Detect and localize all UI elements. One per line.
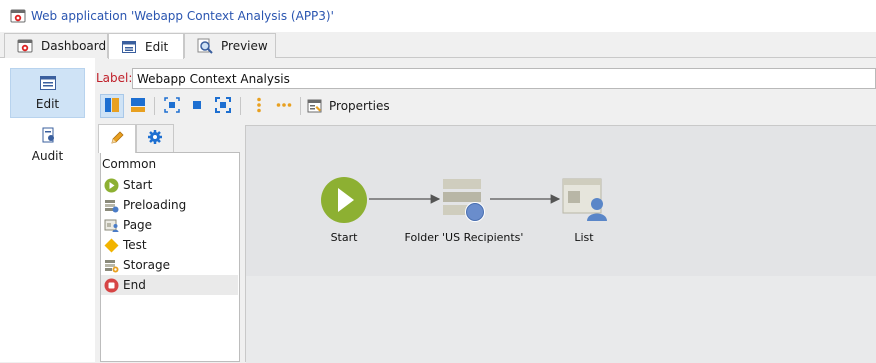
toolbar-separator bbox=[154, 97, 155, 115]
palette-item-label: Page bbox=[123, 218, 153, 232]
palette-item-page[interactable]: Page bbox=[101, 215, 238, 235]
properties-label: Properties bbox=[329, 99, 390, 113]
web-application-icon bbox=[10, 8, 26, 24]
label-row: Label: bbox=[96, 66, 876, 90]
layout-vertical-icon bbox=[103, 96, 121, 117]
toolbar-separator bbox=[300, 97, 301, 115]
editor-tab-bar: Dashboard Edit Preview bbox=[0, 32, 876, 59]
edit-form-icon bbox=[39, 75, 57, 91]
left-nav-panel: Edit Audit bbox=[0, 58, 95, 362]
palette-item-test[interactable]: Test bbox=[101, 235, 238, 255]
vertical-align-button[interactable] bbox=[247, 94, 271, 118]
palette-tab-settings[interactable] bbox=[136, 124, 174, 152]
workflow-node-folder-us-recipients[interactable]: Folder 'US Recipients' bbox=[404, 176, 524, 244]
list-page-icon bbox=[560, 176, 608, 227]
activity-palette: Common Start Preloading Page Test Storag… bbox=[96, 124, 242, 362]
palette-item-label: End bbox=[123, 278, 146, 292]
diagram-toolbar: Properties bbox=[96, 94, 876, 120]
palette-item-end[interactable]: End bbox=[101, 275, 238, 295]
preloading-icon bbox=[104, 198, 119, 213]
label-field-label: Label: bbox=[96, 71, 133, 85]
properties-button[interactable]: Properties bbox=[306, 94, 390, 118]
edit-form-icon bbox=[121, 39, 137, 55]
tab-preview-label: Preview bbox=[221, 39, 268, 53]
end-stop-icon bbox=[104, 278, 119, 293]
palette-item-storage[interactable]: Storage bbox=[101, 255, 238, 275]
horizontal-align-button[interactable] bbox=[272, 94, 296, 118]
vertical-dots-icon bbox=[250, 96, 268, 117]
nav-item-audit[interactable]: Audit bbox=[10, 120, 85, 170]
layout-horizontal-button[interactable] bbox=[126, 94, 150, 118]
palette-item-preloading[interactable]: Preloading bbox=[101, 195, 238, 215]
palette-tab-activities[interactable] bbox=[98, 124, 136, 153]
audit-icon bbox=[39, 127, 57, 143]
nav-item-edit[interactable]: Edit bbox=[10, 68, 85, 118]
page-icon bbox=[104, 218, 119, 233]
tab-dashboard-label: Dashboard bbox=[41, 39, 107, 53]
layout-vertical-button[interactable] bbox=[100, 94, 124, 118]
window-titlebar: Web application 'Webapp Context Analysis… bbox=[0, 0, 876, 32]
zoom-actual-icon bbox=[188, 96, 206, 117]
storage-icon bbox=[104, 258, 119, 273]
workflow-canvas[interactable]: Start Folder 'US Recipients' List bbox=[245, 125, 876, 363]
zoom-selection-button[interactable] bbox=[211, 94, 235, 118]
label-field-input[interactable] bbox=[132, 68, 876, 89]
zoom-selection-icon bbox=[214, 96, 232, 117]
zoom-actual-button[interactable] bbox=[185, 94, 209, 118]
tab-dashboard[interactable]: Dashboard bbox=[4, 33, 108, 58]
folder-recipients-icon bbox=[440, 176, 488, 227]
layout-horizontal-icon bbox=[129, 96, 147, 117]
nav-item-audit-label: Audit bbox=[31, 149, 64, 163]
start-play-icon bbox=[104, 178, 119, 193]
window-title: Web application 'Webapp Context Analysis… bbox=[31, 9, 334, 23]
gear-icon bbox=[147, 129, 163, 148]
test-diamond-icon bbox=[104, 238, 119, 253]
workflow-node-list[interactable]: List bbox=[549, 176, 619, 244]
workflow-node-start[interactable]: Start bbox=[309, 176, 379, 244]
palette-group-common: Common bbox=[102, 157, 157, 171]
start-play-icon bbox=[320, 176, 368, 227]
magnifier-icon bbox=[197, 38, 213, 54]
pencil-icon bbox=[109, 130, 125, 149]
palette-item-label: Test bbox=[123, 238, 147, 252]
workflow-node-label: Start bbox=[330, 231, 358, 244]
tab-edit[interactable]: Edit bbox=[108, 33, 184, 59]
zoom-fit-icon bbox=[163, 96, 181, 117]
palette-item-start[interactable]: Start bbox=[101, 175, 238, 195]
palette-list: Common Start Preloading Page Test Storag… bbox=[100, 152, 240, 362]
zoom-fit-button[interactable] bbox=[160, 94, 184, 118]
nav-item-edit-label: Edit bbox=[35, 97, 60, 111]
palette-item-label: Start bbox=[123, 178, 153, 192]
tab-preview[interactable]: Preview bbox=[184, 33, 276, 58]
palette-item-label: Storage bbox=[123, 258, 170, 272]
workflow-node-label: Folder 'US Recipients' bbox=[404, 231, 524, 244]
tab-edit-label: Edit bbox=[145, 39, 169, 54]
palette-item-label: Preloading bbox=[123, 198, 187, 212]
workflow-node-label: List bbox=[574, 231, 594, 244]
horizontal-dots-icon bbox=[275, 96, 293, 117]
properties-icon bbox=[306, 98, 324, 114]
canvas-lower-area bbox=[246, 276, 876, 363]
dashboard-icon bbox=[17, 38, 33, 54]
toolbar-separator bbox=[240, 97, 241, 115]
